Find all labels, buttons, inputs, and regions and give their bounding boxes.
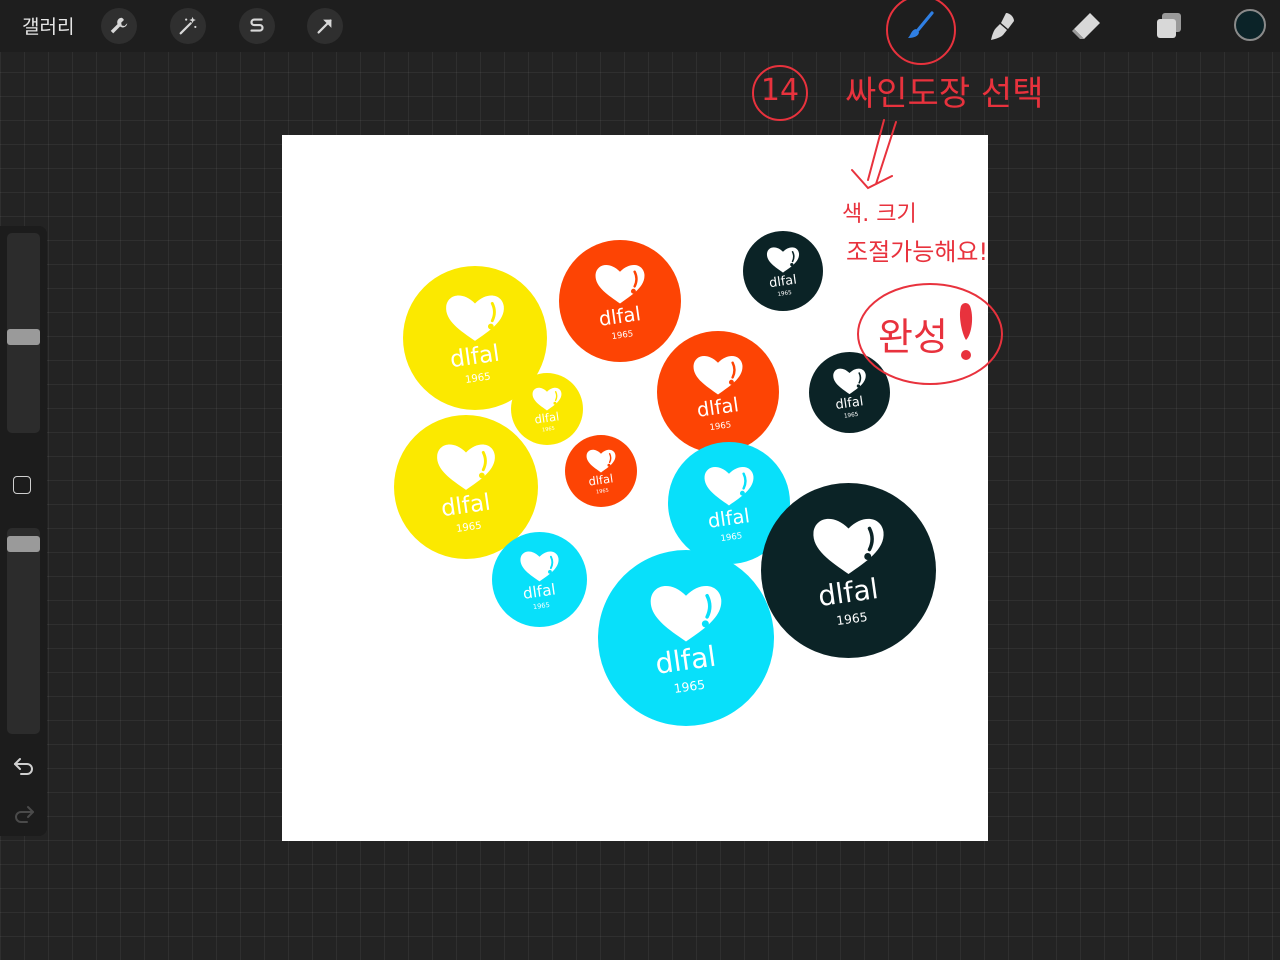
step-number: 14 [760,73,800,108]
annotation-layer [752,0,1003,385]
exclamation-mark-dot [961,350,971,360]
complete-label: 완성 [878,315,948,359]
exclamation-mark-stroke [959,303,973,340]
note-line-1: 색. 크기 [842,202,917,227]
step-text: 싸인도장 선택 [845,74,1044,114]
active-brush-highlight-circle [886,0,956,65]
note-line-2: 조절가능해요! [846,238,989,266]
double-arrow-annotation [851,119,897,190]
